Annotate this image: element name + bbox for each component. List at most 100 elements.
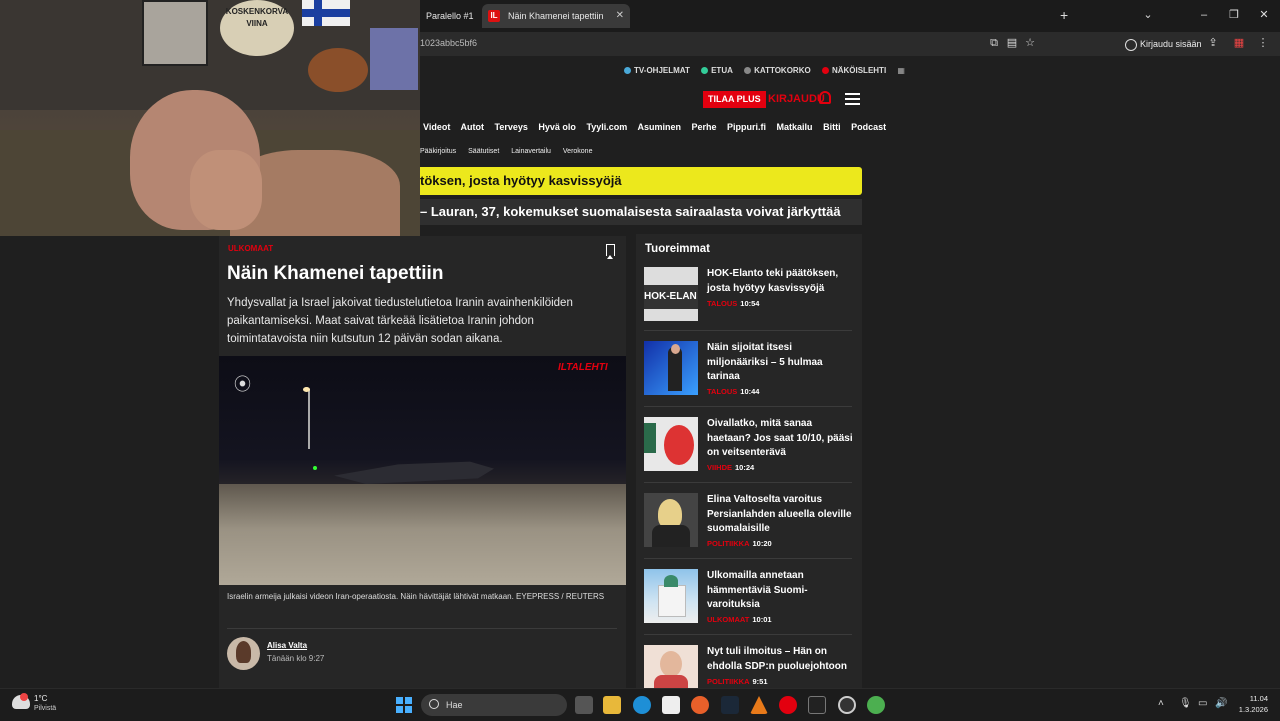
video-caption: Israelin armeija julkaisi videon Iran-op… xyxy=(227,592,605,601)
extension-badge-icon[interactable]: ▦ xyxy=(1232,36,1246,50)
video-lamp xyxy=(303,387,310,392)
article-category[interactable]: ULKOMAAT xyxy=(228,244,273,253)
bookmark-star-icon[interactable]: ☆ xyxy=(1023,36,1037,50)
item-category: TALOUS xyxy=(707,299,738,308)
windows-start-icon[interactable] xyxy=(396,697,412,713)
tab-list-chevron-icon[interactable]: ⌄ xyxy=(1133,0,1163,30)
divider xyxy=(644,558,852,559)
item-meta: TALOUS 10:44 xyxy=(707,387,759,396)
item-category: ULKOMAAT xyxy=(707,615,750,624)
subnav-item[interactable]: Lainavertailu xyxy=(511,148,551,155)
nav-item[interactable]: Terveys xyxy=(495,122,528,132)
nav-item[interactable]: Matkailu xyxy=(777,122,813,132)
user-icon[interactable] xyxy=(819,91,831,104)
browser-tab-active[interactable]: IL Näin Khamenei tapettiin ✕ xyxy=(482,4,630,28)
video-ground xyxy=(219,484,626,585)
item-time: 10:44 xyxy=(740,387,760,396)
item-time: 9:51 xyxy=(752,677,768,686)
nav-item[interactable]: Tyyli.com xyxy=(586,122,627,132)
subnav-item[interactable]: Säätutiset xyxy=(468,148,499,155)
top-links: TV-OHJELMAT ETUA KATTOKORKO NÄKÖISLEHTI … xyxy=(624,66,914,75)
subnav-item[interactable]: Pääkirjoitus xyxy=(420,148,456,155)
login-link[interactable]: KIRJAUDU xyxy=(768,91,825,108)
ticker-banner-yellow[interactable]: töksen, josta hyötyy kasvissyöjä xyxy=(420,167,862,195)
file-explorer-icon[interactable] xyxy=(603,696,621,714)
list-item[interactable]: Näin sijoitat itsesi miljonääriksi – 5 h… xyxy=(644,341,854,407)
vlc-icon[interactable] xyxy=(750,696,768,714)
toplink-tv[interactable]: TV-OHJELMAT xyxy=(624,66,690,75)
weather-desc[interactable]: Pilvistä xyxy=(34,705,56,712)
bookmark-icon[interactable] xyxy=(606,244,615,259)
reader-view-icon[interactable]: ▤ xyxy=(1005,36,1019,50)
toplink-nakoislehti[interactable]: NÄKÖISLEHTI xyxy=(821,66,886,75)
nav-item[interactable]: Perhe xyxy=(692,122,717,132)
item-meta: POLITIIKKA 10:20 xyxy=(707,539,772,548)
author-name[interactable]: Alisa Valta xyxy=(267,641,307,650)
utorrent-icon[interactable] xyxy=(867,696,885,714)
nav-item[interactable]: Hyvä olo xyxy=(538,122,576,132)
tray-clock[interactable]: 11.04 1.3.2026 xyxy=(1234,693,1268,715)
list-item[interactable]: Elina Valtoselta varoitus Persianlahden … xyxy=(644,493,854,559)
list-item[interactable]: Ulkomailla annetaan hämmentäviä Suomi-va… xyxy=(644,569,854,635)
maximize-icon[interactable]: ❐ xyxy=(1219,0,1249,30)
task-view-icon[interactable] xyxy=(575,696,593,714)
list-item[interactable]: Nyt tuli ilmoitus – Hän on ehdolla SDP:n… xyxy=(644,645,854,688)
network-icon[interactable]: ▭ xyxy=(1198,698,1207,709)
extensions-icon[interactable]: ⇪ xyxy=(1206,36,1220,50)
newspaper-icon xyxy=(821,67,829,75)
grid-icon[interactable]: ▦ xyxy=(897,66,905,75)
firefox-icon[interactable] xyxy=(691,696,709,714)
opera-icon[interactable] xyxy=(779,696,797,714)
item-time: 10:24 xyxy=(735,463,755,472)
terminal-icon[interactable] xyxy=(808,696,826,714)
thumbnail xyxy=(644,341,698,395)
video-light-pole xyxy=(308,389,310,449)
list-item[interactable]: HOK-ELAN HOK-Elanto teki päätöksen, jost… xyxy=(644,267,854,333)
store-icon[interactable] xyxy=(662,696,680,714)
search-icon xyxy=(429,699,439,709)
steam-icon[interactable] xyxy=(721,696,739,714)
microphone-icon[interactable]: 🎙 xyxy=(1179,698,1192,709)
nav-item[interactable]: Bitti xyxy=(823,122,841,132)
close-tab-icon[interactable]: ✕ xyxy=(616,4,624,28)
item-meta: ULKOMAAT 10:01 xyxy=(707,615,772,624)
webcam-overlay: KOSKENKORVA VIINA xyxy=(0,0,420,236)
clock-time: 11.04 xyxy=(1249,694,1268,703)
browser-tab[interactable]: Paralello #1 xyxy=(420,4,480,28)
url-field[interactable]: 1023abbc5bf6 xyxy=(420,32,477,54)
item-title: HOK-Elanto teki päätöksen, josta hyötyy … xyxy=(707,268,839,294)
ticker-banner-dark[interactable]: – Lauran, 37, kokemukset suomalaisesta s… xyxy=(420,199,862,225)
nav-item[interactable]: Videot xyxy=(423,122,450,132)
nav-item[interactable]: Asuminen xyxy=(637,122,681,132)
item-title: Näin sijoitat itsesi miljonääriksi – 5 h… xyxy=(707,342,823,382)
article-lead: Yhdysvallat ja Israel jakoivat tiedustel… xyxy=(227,297,573,345)
screenshot-icon[interactable]: ⧉ xyxy=(987,36,1001,50)
taskbar-search[interactable]: Hae xyxy=(421,694,567,716)
thumbnail xyxy=(644,645,698,688)
subnav-item[interactable]: Verokone xyxy=(563,148,593,155)
new-tab-icon[interactable]: + xyxy=(1060,0,1068,30)
nav-item[interactable]: Autot xyxy=(461,122,485,132)
toplink-etua[interactable]: ETUA xyxy=(701,66,733,75)
weather-temp[interactable]: 1°C xyxy=(34,694,47,703)
close-window-icon[interactable]: ✕ xyxy=(1249,0,1279,30)
nav-item[interactable]: Podcast xyxy=(851,122,886,132)
article-video[interactable]: ⦿ ILTALEHTI xyxy=(219,356,626,585)
hamburger-menu-icon[interactable] xyxy=(845,93,860,108)
webcam-flag xyxy=(302,0,350,26)
menu-dots-icon[interactable]: ⋮ xyxy=(1256,36,1270,50)
volume-icon[interactable]: 🔊 xyxy=(1215,698,1227,709)
edge-icon[interactable] xyxy=(633,696,651,714)
site-header: TV-OHJELMAT ETUA KATTOKORKO NÄKÖISLEHTI … xyxy=(420,56,905,231)
author-avatar[interactable] xyxy=(227,637,260,670)
nav-item[interactable]: Pippuri.fi xyxy=(727,122,766,132)
sign-in-button[interactable]: Kirjaudu sisään xyxy=(1125,35,1202,53)
obs-icon[interactable] xyxy=(838,696,856,714)
list-item[interactable]: Oivallatko, mitä sanaa haetaan? Jos saat… xyxy=(644,417,854,483)
item-title: Ulkomailla annetaan hämmentäviä Suomi-va… xyxy=(707,570,808,610)
minimize-icon[interactable]: – xyxy=(1189,0,1219,30)
toplink-kattokorko[interactable]: KATTOKORKO xyxy=(744,66,811,75)
tray-chevron-icon[interactable]: ˄ xyxy=(1158,698,1164,709)
item-meta: POLITIIKKA 9:51 xyxy=(707,677,768,686)
subscribe-button[interactable]: TILAA PLUS xyxy=(703,91,766,108)
